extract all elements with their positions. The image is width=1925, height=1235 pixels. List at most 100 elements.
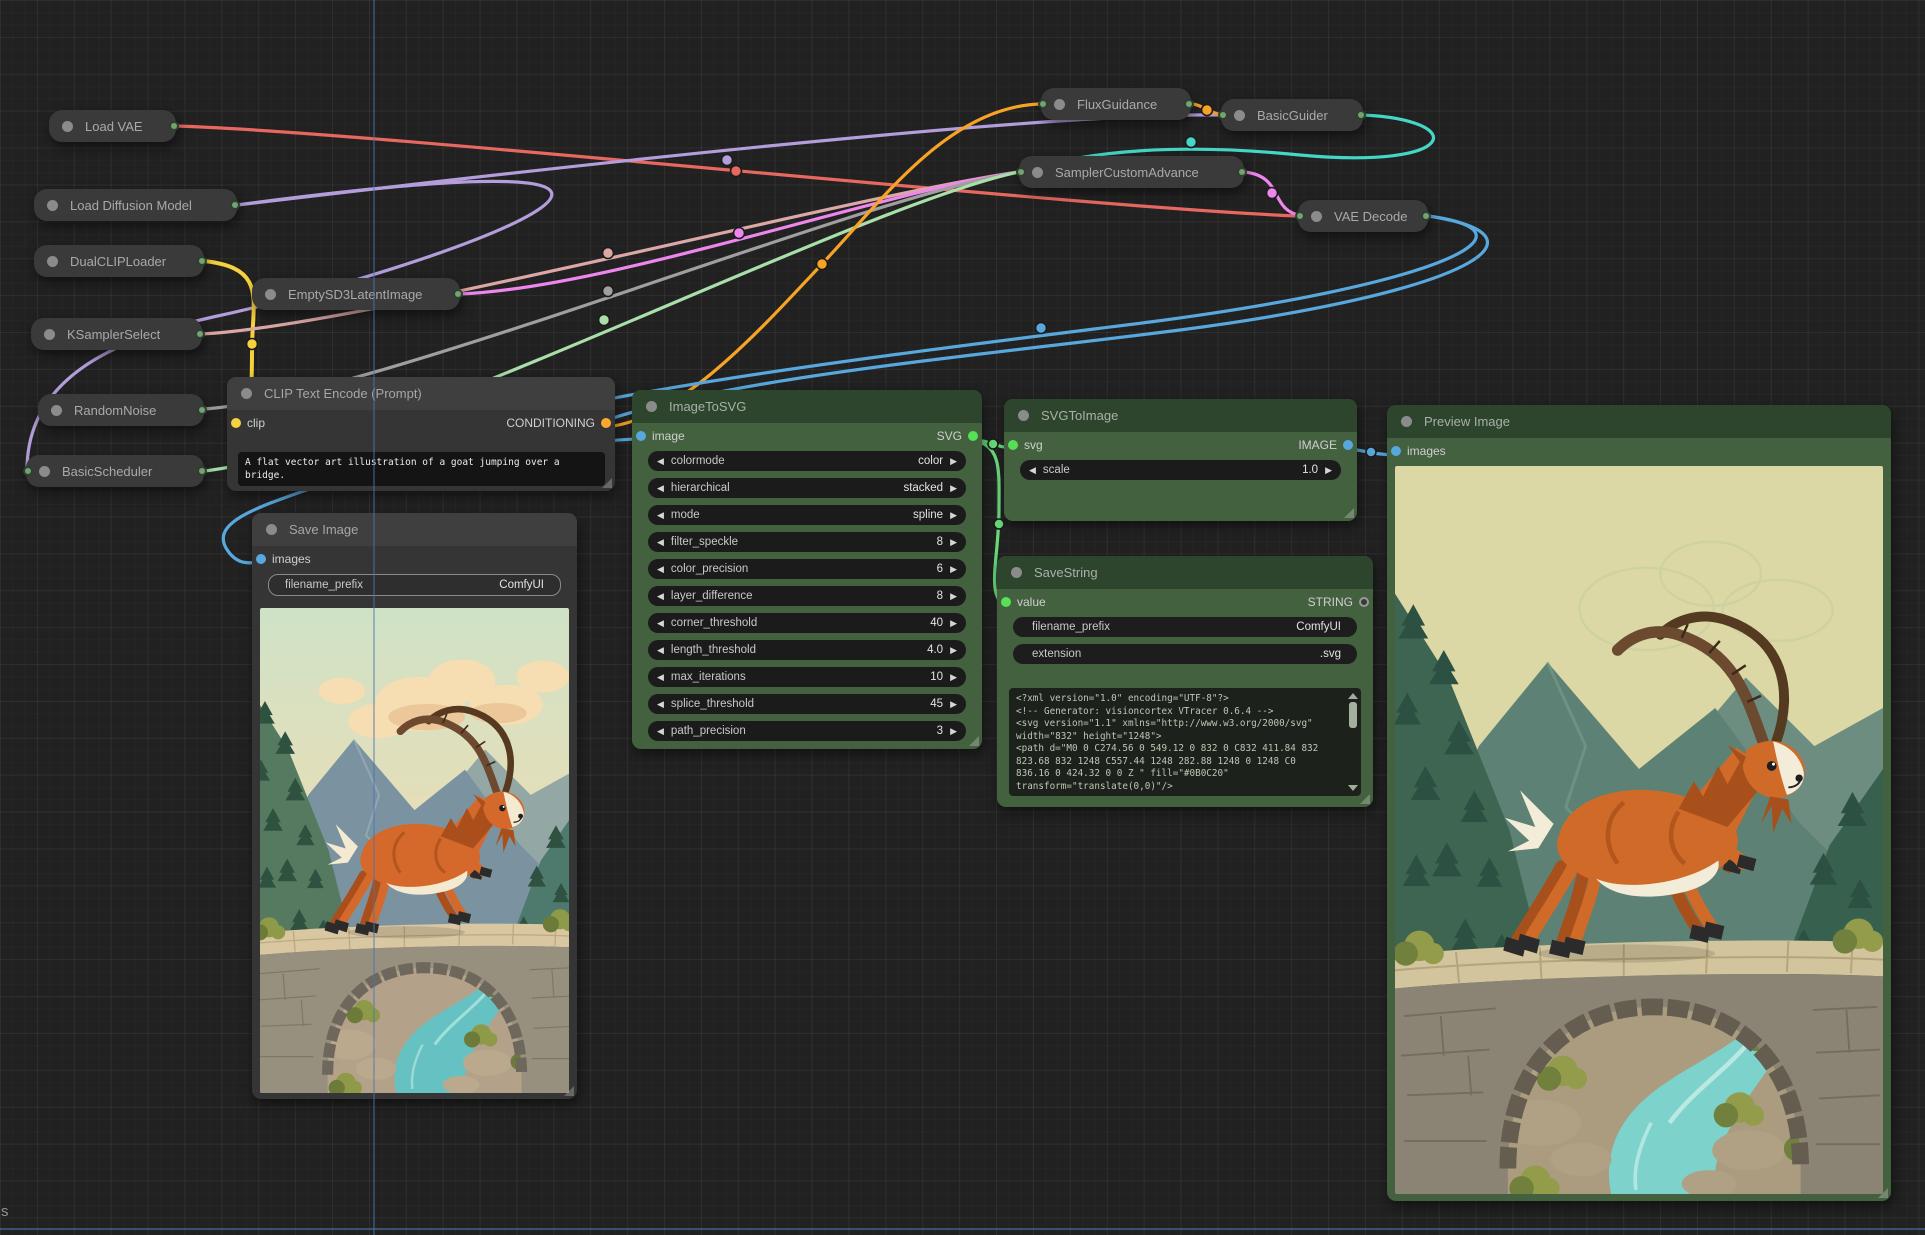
widget-corner_threshold[interactable]: ◀corner_threshold40▶: [648, 613, 966, 633]
node-clip-text-encode[interactable]: CLIP Text Encode (Prompt) clip CONDITION…: [227, 377, 615, 491]
svg-input-port[interactable]: [1008, 440, 1018, 450]
resize-handle[interactable]: [602, 478, 612, 488]
output-port[interactable]: [197, 256, 207, 266]
output-port[interactable]: [1184, 99, 1194, 109]
wire-dot[interactable]: [988, 439, 998, 449]
scroll-down-icon[interactable]: [1348, 785, 1358, 791]
images-input-port[interactable]: [1391, 446, 1401, 456]
scroll-up-icon[interactable]: [1348, 693, 1358, 699]
node-load-diffusion-model[interactable]: Load Diffusion Model: [34, 189, 237, 221]
wire-dot[interactable]: [731, 166, 742, 177]
collapse-dot-icon[interactable]: [265, 289, 276, 300]
node-header[interactable]: SaveString: [997, 556, 1373, 589]
collapse-dot-icon[interactable]: [47, 200, 58, 211]
wire-dot[interactable]: [599, 315, 610, 326]
increment-arrow-icon[interactable]: ▶: [950, 646, 957, 655]
decrement-arrow-icon[interactable]: ◀: [657, 727, 664, 736]
widget-path_precision[interactable]: ◀path_precision3▶: [648, 721, 966, 741]
increment-arrow-icon[interactable]: ▶: [950, 484, 957, 493]
node-graph-canvas[interactable]: Load VAE Load Diffusion Model DualCLIPLo…: [0, 0, 1925, 1235]
decrement-arrow-icon[interactable]: ◀: [657, 565, 664, 574]
decrement-arrow-icon[interactable]: ◀: [657, 619, 664, 628]
input-port[interactable]: [1295, 211, 1305, 221]
wire-dot[interactable]: [1267, 188, 1278, 199]
clip-input-port[interactable]: [231, 418, 241, 428]
node-random-noise[interactable]: RandomNoise: [38, 394, 204, 426]
node-image-to-svg[interactable]: ImageToSVG image SVG ◀colormodecolor▶◀hi…: [632, 390, 982, 749]
node-save-image[interactable]: Save Image images filename_prefixComfyUI: [252, 513, 577, 1099]
widget-filename_prefix[interactable]: filename_prefixComfyUI: [1013, 617, 1357, 637]
resize-handle[interactable]: [1360, 794, 1370, 804]
image-output-port[interactable]: [1343, 440, 1353, 450]
collapse-dot-icon[interactable]: [62, 121, 73, 132]
collapse-dot-icon[interactable]: [1234, 110, 1245, 121]
increment-arrow-icon[interactable]: ▶: [950, 565, 957, 574]
node-basic-scheduler[interactable]: BasicScheduler: [26, 455, 204, 487]
wire-dot[interactable]: [1366, 447, 1376, 457]
node-header[interactable]: Preview Image: [1387, 405, 1891, 438]
widget-scale[interactable]: ◀scale1.0▶: [1020, 460, 1341, 480]
decrement-arrow-icon[interactable]: ◀: [657, 484, 664, 493]
input-port[interactable]: [23, 466, 33, 476]
increment-arrow-icon[interactable]: ▶: [950, 619, 957, 628]
widget-layer_difference[interactable]: ◀layer_difference8▶: [648, 586, 966, 606]
node-flux-guidance[interactable]: FluxGuidance: [1041, 88, 1191, 120]
resize-handle[interactable]: [1878, 1188, 1888, 1198]
string-output-port[interactable]: [1359, 597, 1369, 607]
collapse-dot-icon[interactable]: [51, 405, 62, 416]
increment-arrow-icon[interactable]: ▶: [950, 673, 957, 682]
wire-dot[interactable]: [603, 248, 614, 259]
node-sampler-custom-advance[interactable]: SamplerCustomAdvance: [1019, 156, 1244, 188]
output-port[interactable]: [1421, 211, 1431, 221]
node-header[interactable]: ImageToSVG: [632, 390, 982, 423]
widget-colormode[interactable]: ◀colormodecolor▶: [648, 451, 966, 471]
decrement-arrow-icon[interactable]: ◀: [657, 592, 664, 601]
widget-color_precision[interactable]: ◀color_precision6▶: [648, 559, 966, 579]
input-port[interactable]: [1016, 167, 1026, 177]
wire-dot[interactable]: [603, 286, 614, 297]
input-port[interactable]: [1038, 99, 1048, 109]
wire-dot[interactable]: [994, 519, 1004, 529]
widget-max_iterations[interactable]: ◀max_iterations10▶: [648, 667, 966, 687]
node-load-vae[interactable]: Load VAE: [49, 110, 176, 142]
widget-mode[interactable]: ◀modespline▶: [648, 505, 966, 525]
node-vae-decode[interactable]: VAE Decode: [1298, 200, 1428, 232]
resize-handle[interactable]: [564, 1086, 574, 1096]
collapse-dot-icon[interactable]: [241, 388, 252, 399]
node-header[interactable]: Save Image: [252, 513, 577, 546]
scroll-thumb[interactable]: [1349, 702, 1357, 728]
widget-extension[interactable]: extension.svg: [1013, 644, 1357, 664]
widget-splice_threshold[interactable]: ◀splice_threshold45▶: [648, 694, 966, 714]
node-svg-to-image[interactable]: SVGToImage svg IMAGE ◀scale1.0▶: [1004, 399, 1357, 521]
increment-arrow-icon[interactable]: ▶: [950, 727, 957, 736]
node-preview-image[interactable]: Preview Image images: [1387, 405, 1891, 1201]
node-ksampler-select[interactable]: KSamplerSelect: [31, 318, 202, 350]
collapse-dot-icon[interactable]: [266, 524, 277, 535]
output-port[interactable]: [1356, 110, 1366, 120]
wire-dot[interactable]: [734, 228, 745, 239]
collapse-dot-icon[interactable]: [1401, 416, 1412, 427]
collapse-dot-icon[interactable]: [1018, 410, 1029, 421]
resize-handle[interactable]: [969, 736, 979, 746]
output-port[interactable]: [230, 200, 240, 210]
decrement-arrow-icon[interactable]: ◀: [1029, 466, 1036, 475]
increment-arrow-icon[interactable]: ▶: [950, 592, 957, 601]
wire-latent-empty[interactable]: [460, 172, 1019, 294]
resize-handle[interactable]: [1344, 508, 1354, 518]
node-basic-guider[interactable]: BasicGuider: [1221, 99, 1363, 131]
collapse-dot-icon[interactable]: [1054, 99, 1065, 110]
wire-dot[interactable]: [1202, 105, 1213, 116]
widget-hierarchical[interactable]: ◀hierarchicalstacked▶: [648, 478, 966, 498]
collapse-dot-icon[interactable]: [44, 329, 55, 340]
wire-dot[interactable]: [1036, 323, 1047, 334]
increment-arrow-icon[interactable]: ▶: [950, 457, 957, 466]
decrement-arrow-icon[interactable]: ◀: [657, 457, 664, 466]
increment-arrow-icon[interactable]: ▶: [950, 538, 957, 547]
input-port[interactable]: [1218, 110, 1228, 120]
wire-conditioning[interactable]: [606, 104, 1041, 427]
images-input-port[interactable]: [256, 554, 266, 564]
prompt-textarea[interactable]: A flat vector art illustration of a goat…: [238, 452, 605, 486]
wire-dot[interactable]: [722, 155, 733, 166]
output-port[interactable]: [195, 329, 205, 339]
output-port[interactable]: [197, 405, 207, 415]
